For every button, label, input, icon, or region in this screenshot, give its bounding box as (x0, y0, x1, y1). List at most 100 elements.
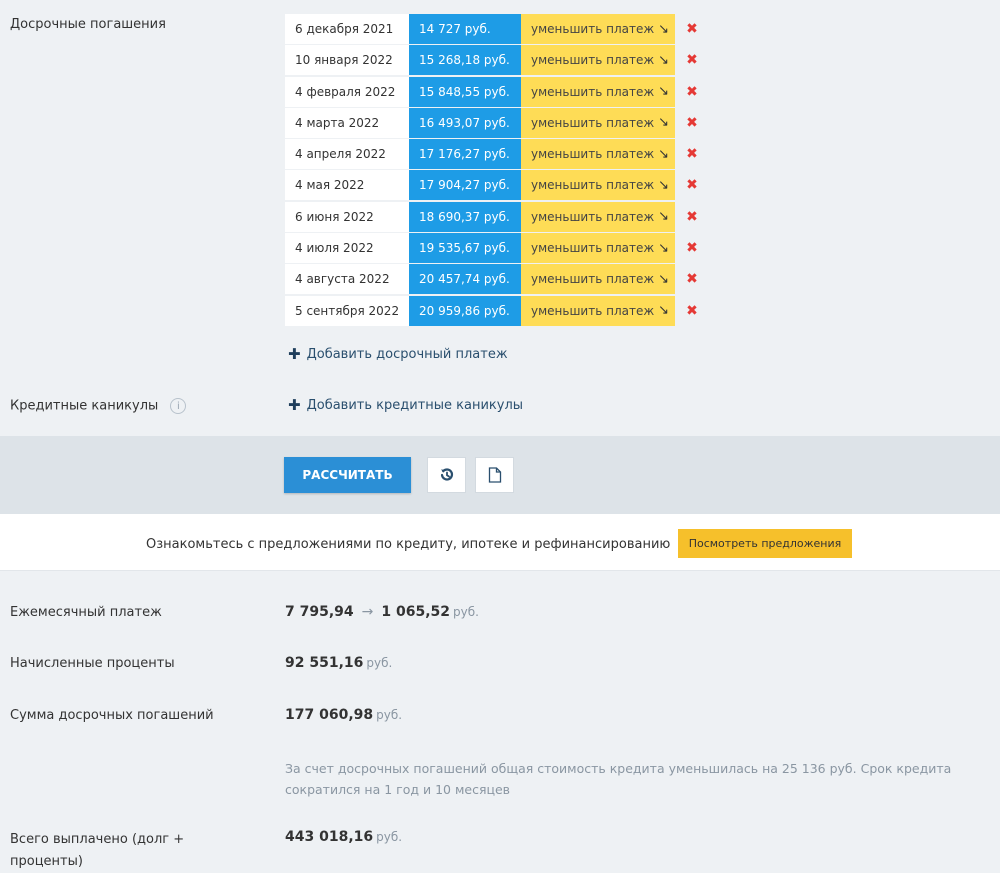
monthly-unit: руб. (453, 605, 479, 619)
interest-amount: 92 551,16 (285, 655, 364, 671)
calculate-button[interactable]: РАССЧИТАТЬ (284, 457, 411, 493)
prepayment-mode-label: уменьшить платеж (531, 84, 655, 99)
prepayment-mode[interactable]: уменьшить платеж ↘ (521, 107, 675, 138)
prepayment-date[interactable]: 5 сентября 2022 (285, 295, 409, 326)
prepayment-amount[interactable]: 20 457,74 руб. (409, 264, 521, 295)
prepayment-date[interactable]: 4 мая 2022 (285, 170, 409, 201)
prepayment-date[interactable]: 6 июня 2022 (285, 201, 409, 232)
prepayment-row: 6 декабря 2021 14 727 руб. уменьшить плате… (285, 14, 709, 44)
prepayment-amount[interactable]: 17 904,27 руб. (409, 170, 521, 201)
prepayment-date[interactable]: 6 декабря 2021 (285, 14, 409, 44)
monthly-before: 7 795,94 (285, 604, 354, 620)
prepayment-mode[interactable]: уменьшить платеж ↘ (521, 295, 675, 326)
prepayment-mode[interactable]: уменьшить платеж ↘ (521, 264, 675, 295)
document-icon (488, 467, 501, 483)
prepay-sum-label: Сумма досрочных погашений (10, 708, 214, 723)
delete-icon[interactable]: ✖ (675, 77, 709, 107)
total-paid-amount: 443 018,16 (285, 829, 374, 845)
prepayment-mode-label: уменьшить платеж (531, 115, 655, 130)
prepayment-amount[interactable]: 16 493,07 руб. (409, 107, 521, 138)
prepayment-amount[interactable]: 14 727 руб. (409, 14, 521, 44)
delete-icon[interactable]: ✖ (675, 202, 709, 232)
prepayment-amount[interactable]: 15 848,55 руб. (409, 76, 521, 107)
total-paid-value: 443 018,16 руб. (285, 829, 402, 845)
history-icon (440, 468, 453, 481)
monthly-after: 1 065,52 (381, 604, 451, 620)
prepayment-row: 4 мая 2022 17 904,27 руб. уменьшить платеж… (285, 170, 709, 201)
arrow-down-right-icon: ↘ (658, 303, 670, 319)
prepayment-mode-label: уменьшить платеж (531, 147, 655, 162)
add-prepayment-link[interactable]: ✚ Добавить досрочный платеж (288, 345, 508, 363)
arrow-down-right-icon: ↘ (658, 84, 670, 100)
plus-icon: ✚ (288, 396, 301, 414)
delete-icon[interactable]: ✖ (675, 45, 709, 75)
holidays-label-row: Кредитные каникулы i (10, 398, 187, 414)
delete-icon[interactable]: ✖ (675, 233, 709, 263)
reset-button[interactable] (427, 457, 466, 493)
arrow-down-right-icon: ↘ (658, 146, 670, 162)
prepayment-amount[interactable]: 18 690,37 руб. (409, 201, 521, 232)
total-paid-unit: руб. (376, 830, 403, 844)
prepayment-mode-label: уменьшить платеж (531, 53, 655, 68)
prepayment-mode-label: уменьшить платеж (531, 241, 655, 256)
prepayment-amount[interactable]: 15 268,18 руб. (409, 45, 521, 76)
prepayment-amount[interactable]: 20 959,86 руб. (409, 295, 521, 326)
prepayment-mode-label: уменьшить платеж (531, 209, 655, 224)
arrow-down-right-icon: ↘ (658, 271, 670, 287)
monthly-payment-value: 7 795,94 → 1 065,52 руб. (285, 604, 479, 620)
total-paid-label: Всего выплачено (долг + проценты) (10, 832, 185, 869)
arrow-down-right-icon: ↘ (658, 21, 670, 37)
prepayment-mode-label: уменьшить платеж (531, 178, 655, 193)
add-holidays-link[interactable]: ✚ Добавить кредитные каникулы (288, 396, 523, 414)
delete-icon[interactable]: ✖ (675, 264, 709, 294)
info-icon[interactable]: i (170, 398, 187, 414)
view-offers-button[interactable]: Посмотреть предложения (678, 529, 852, 558)
delete-icon[interactable]: ✖ (675, 139, 709, 169)
prepayment-date[interactable]: 10 января 2022 (285, 45, 409, 76)
monthly-payment-label: Ежемесячный платеж (10, 605, 162, 620)
interest-value: 92 551,16 руб. (285, 655, 392, 671)
delete-icon[interactable]: ✖ (675, 14, 709, 44)
prepayment-date[interactable]: 4 июля 2022 (285, 233, 409, 264)
prepayment-row: 4 апреля 2022 17 176,27 руб. уменьшить пла… (285, 139, 709, 170)
interest-unit: руб. (366, 656, 393, 670)
prepay-sum-unit: руб. (376, 708, 403, 722)
prepayment-row: 10 января 2022 15 268,18 руб. уменьшить пл… (285, 45, 709, 76)
prepayment-row: 4 июля 2022 19 535,67 руб. уменьшить плате… (285, 233, 709, 264)
prepayment-mode[interactable]: уменьшить платеж ↘ (521, 76, 675, 107)
prepay-sum-value: 177 060,98 руб. (285, 707, 402, 723)
prepayment-date[interactable]: 4 февраля 2022 (285, 76, 409, 107)
plus-icon: ✚ (288, 345, 301, 363)
arrow-down-right-icon: ↘ (658, 115, 670, 131)
prepayment-mode[interactable]: уменьшить платеж ↘ (521, 201, 675, 232)
arrow-down-right-icon: ↘ (658, 52, 670, 68)
delete-icon[interactable]: ✖ (675, 108, 709, 138)
document-button[interactable] (475, 457, 514, 493)
savings-note: За счет досрочных погашений общая стоимо… (285, 761, 952, 797)
arrow-down-right-icon: ↘ (658, 177, 670, 193)
prepayment-mode-label: уменьшить платеж (531, 22, 655, 36)
prepayment-mode-label: уменьшить платеж (531, 303, 655, 318)
offers-text: Ознакомьтесь с предложениями по кредиту,… (146, 537, 671, 552)
prepayment-amount[interactable]: 17 176,27 руб. (409, 139, 521, 170)
prepayment-amount[interactable]: 19 535,67 руб. (409, 233, 521, 264)
prepayments-table: 6 декабря 2021 14 727 руб. уменьшить плате… (285, 14, 709, 327)
prepayment-row: 4 марта 2022 16 493,07 руб. уменьшить плат… (285, 107, 709, 138)
prepayment-date[interactable]: 4 апреля 2022 (285, 139, 409, 170)
holidays-label: Кредитные каникулы (10, 398, 159, 414)
prepayment-date[interactable]: 4 марта 2022 (285, 107, 409, 138)
arrow-right-icon: → (361, 604, 374, 620)
prepayment-mode[interactable]: уменьшить платеж ↘ (521, 139, 675, 170)
prepayment-row: 4 августа 2022 20 457,74 руб. уменьшить пл… (285, 264, 709, 295)
prepayment-date[interactable]: 4 августа 2022 (285, 264, 409, 295)
interest-label: Начисленные проценты (10, 656, 175, 671)
prepayment-mode[interactable]: уменьшить платеж ↘ (521, 233, 675, 264)
arrow-down-right-icon: ↘ (658, 240, 670, 256)
prepayment-mode[interactable]: уменьшить платеж ↘ (521, 45, 675, 76)
delete-icon[interactable]: ✖ (675, 170, 709, 200)
prepayment-row: 4 февраля 2022 15 848,55 руб. уменьшить пл… (285, 76, 709, 107)
prepayment-mode-label: уменьшить платеж (531, 272, 655, 287)
delete-icon[interactable]: ✖ (675, 296, 709, 326)
prepayment-mode[interactable]: уменьшить платеж ↘ (521, 14, 675, 44)
prepayment-mode[interactable]: уменьшить платеж ↘ (521, 170, 675, 201)
